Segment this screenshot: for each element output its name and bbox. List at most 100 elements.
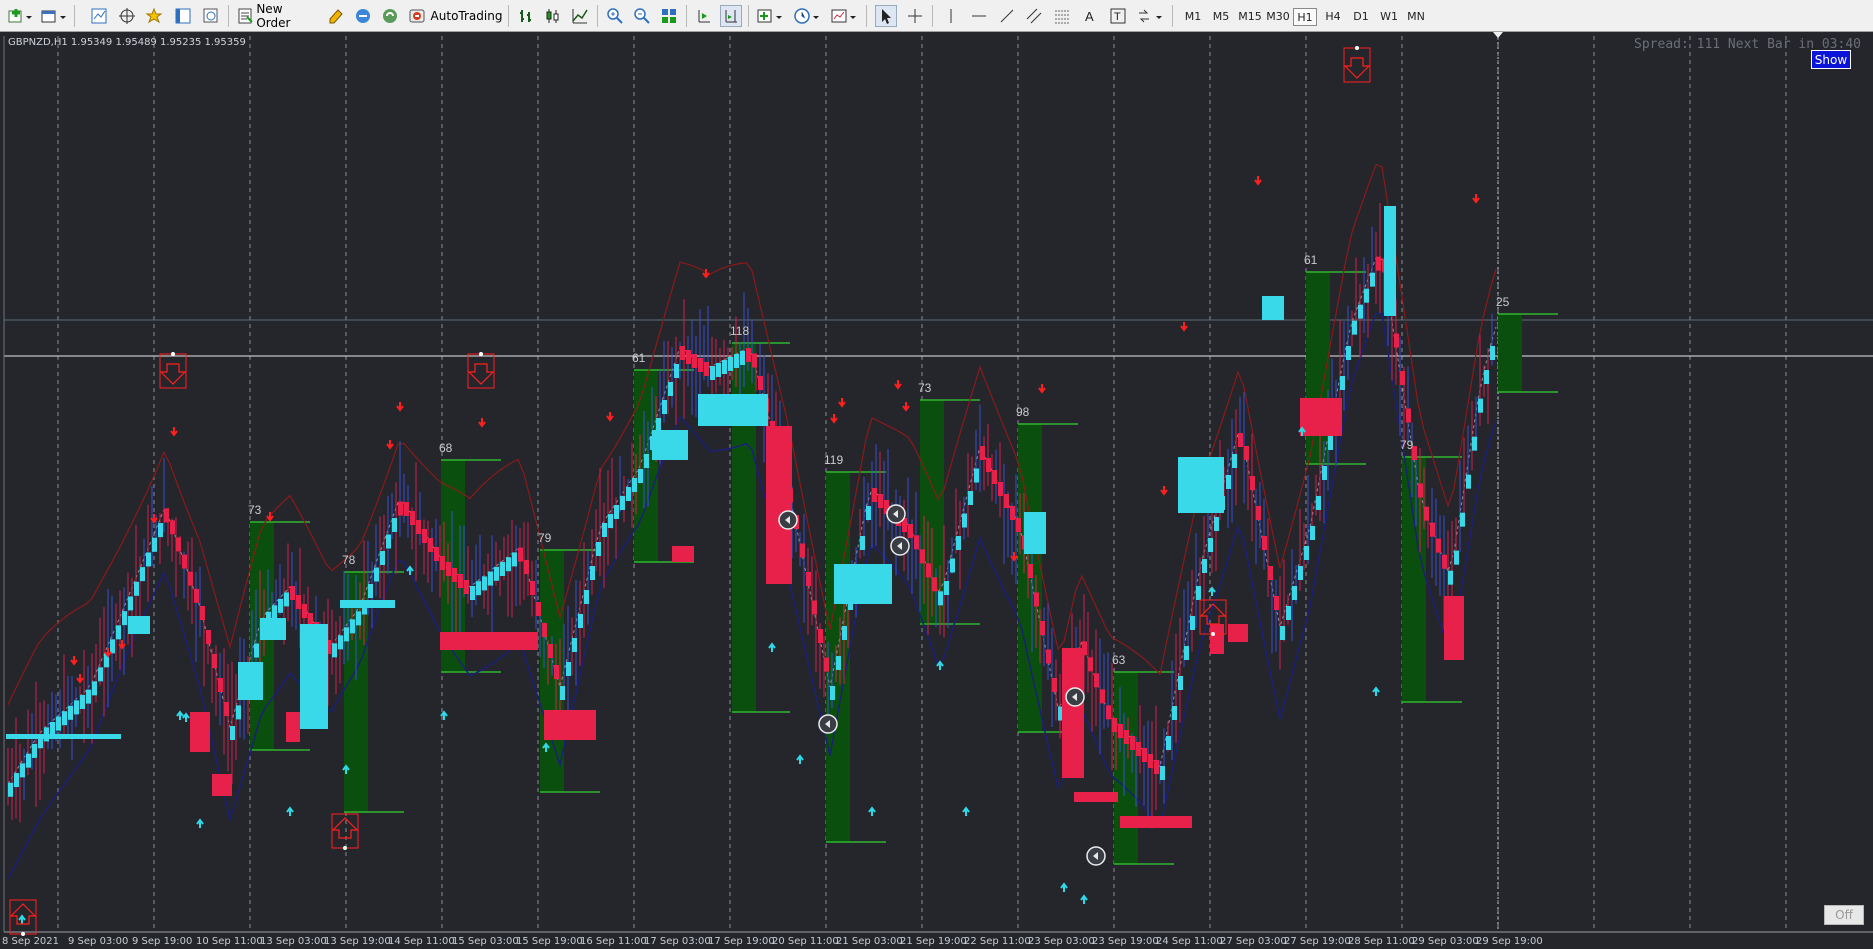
chart-shift-button[interactable] xyxy=(720,5,742,27)
market-watch-button[interactable] xyxy=(88,5,110,27)
trend-step xyxy=(1256,506,1261,520)
timeframe-m1[interactable]: M1 xyxy=(1180,8,1206,26)
periods-button[interactable] xyxy=(792,5,822,27)
metaeditor-button[interactable] xyxy=(325,5,347,27)
trend-step xyxy=(590,566,595,580)
trend-step xyxy=(812,600,817,615)
trend-step xyxy=(1106,705,1111,720)
trend-step xyxy=(1118,724,1123,738)
trend-step xyxy=(1244,446,1249,460)
horizontal-line-tool-button[interactable] xyxy=(968,5,990,27)
cursor-tool-button[interactable] xyxy=(875,5,897,27)
zoom-in-button[interactable] xyxy=(604,5,626,27)
timeframe-m30[interactable]: M30 xyxy=(1264,8,1292,26)
text-tool-button[interactable]: A xyxy=(1079,5,1101,27)
up-arrow-16 xyxy=(1208,586,1216,596)
bull-block-7 xyxy=(698,394,768,426)
price-chart-canvas[interactable]: 73 78 68 79 61 118 119 73 98 63 61 79 25 xyxy=(0,32,1873,949)
up-arrow-2 xyxy=(182,712,190,722)
trendline-tool-button[interactable] xyxy=(996,5,1018,27)
trend-step xyxy=(518,547,523,562)
data-window-button[interactable] xyxy=(116,5,138,27)
show-button[interactable]: Show xyxy=(1811,50,1851,69)
up-arrow-11 xyxy=(868,806,876,816)
trend-step xyxy=(980,446,985,460)
zoom-out-button[interactable] xyxy=(631,5,653,27)
terminal-button[interactable] xyxy=(172,5,194,27)
tester-button[interactable] xyxy=(200,5,222,27)
autotrading-button[interactable]: AutoTrading xyxy=(407,5,503,27)
trend-step xyxy=(368,584,373,598)
trend-step xyxy=(1418,483,1423,498)
arrows-tool-button[interactable] xyxy=(1135,5,1165,27)
trend-step xyxy=(992,470,997,484)
trend-step xyxy=(1094,673,1099,688)
trend-step xyxy=(944,581,949,595)
trend-step xyxy=(644,454,649,468)
down-arrow-21 xyxy=(1472,194,1480,204)
autotrading-label: AutoTrading xyxy=(430,9,503,23)
navigator-button[interactable] xyxy=(143,5,165,27)
templates-button[interactable] xyxy=(829,5,859,27)
trend-step xyxy=(92,681,97,696)
line-chart-button[interactable] xyxy=(569,5,591,27)
timeframe-d1[interactable]: D1 xyxy=(1348,8,1374,26)
signals-button[interactable] xyxy=(379,5,401,27)
new-order-button[interactable]: New Order xyxy=(236,2,318,30)
timeframe-m5[interactable]: M5 xyxy=(1208,8,1234,26)
tile-windows-button[interactable] xyxy=(658,5,680,27)
trend-step xyxy=(122,611,127,626)
trend-step xyxy=(614,505,619,519)
bear-block-5 xyxy=(672,546,694,562)
vertical-line-tool-button[interactable] xyxy=(940,5,962,27)
trend-step xyxy=(470,586,475,600)
candlestick-icon xyxy=(546,9,559,23)
timeframe-h4[interactable]: H4 xyxy=(1320,8,1346,26)
bear-block-12 xyxy=(1300,398,1342,436)
trend-step xyxy=(1136,742,1141,756)
trend-step xyxy=(458,574,463,588)
fibonacci-tool-button[interactable] xyxy=(1051,5,1073,27)
trend-step xyxy=(572,638,577,652)
up-arrow-1 xyxy=(176,710,184,720)
trend-step xyxy=(1466,474,1471,489)
channel-tool-button[interactable] xyxy=(1023,5,1045,27)
timeframe-h1[interactable]: H1 xyxy=(1293,8,1317,26)
crosshair-tool-button[interactable] xyxy=(904,5,926,27)
equidistant-channel-icon xyxy=(1026,8,1042,24)
trend-step xyxy=(926,563,931,578)
range-label-11: 79 xyxy=(1400,438,1414,452)
down-arrow-15 xyxy=(902,402,910,412)
chart-window[interactable]: 73 78 68 79 61 118 119 73 98 63 61 79 25 GBPNZD,H1 1… xyxy=(0,32,1873,949)
down-arrow-10 xyxy=(606,412,614,422)
text-label-tool-button[interactable]: T xyxy=(1107,5,1129,27)
market-button[interactable] xyxy=(352,5,374,27)
trend-step xyxy=(74,700,79,715)
trend-step xyxy=(1358,304,1363,319)
bull-block-8 xyxy=(834,564,892,604)
timeframe-m15[interactable]: M15 xyxy=(1236,8,1264,26)
new-chart-button[interactable] xyxy=(6,5,34,27)
trend-step xyxy=(164,508,169,523)
timeframe-mn[interactable]: MN xyxy=(1403,8,1429,26)
auto-scroll-button[interactable] xyxy=(693,5,715,27)
signal-arrow-0 xyxy=(159,363,187,385)
up-arrow-9 xyxy=(768,642,776,652)
trend-step xyxy=(1190,616,1195,630)
trend-step xyxy=(1448,570,1453,585)
bar-chart-button[interactable] xyxy=(515,5,537,27)
profiles-button[interactable] xyxy=(38,5,68,27)
market-watch-icon xyxy=(91,8,107,24)
candlestick-button[interactable] xyxy=(542,5,564,27)
indicators-button[interactable] xyxy=(755,5,785,27)
timeframe-w1[interactable]: W1 xyxy=(1376,8,1402,26)
trend-step xyxy=(440,556,445,570)
trend-step xyxy=(116,625,121,640)
trend-step xyxy=(620,496,625,510)
up-arrow-15 xyxy=(1080,894,1088,904)
off-button[interactable]: Off xyxy=(1824,905,1864,925)
range-box-9 xyxy=(1114,672,1138,864)
market-bag-icon xyxy=(356,9,370,23)
trend-step xyxy=(386,534,391,549)
trend-step xyxy=(734,354,739,368)
